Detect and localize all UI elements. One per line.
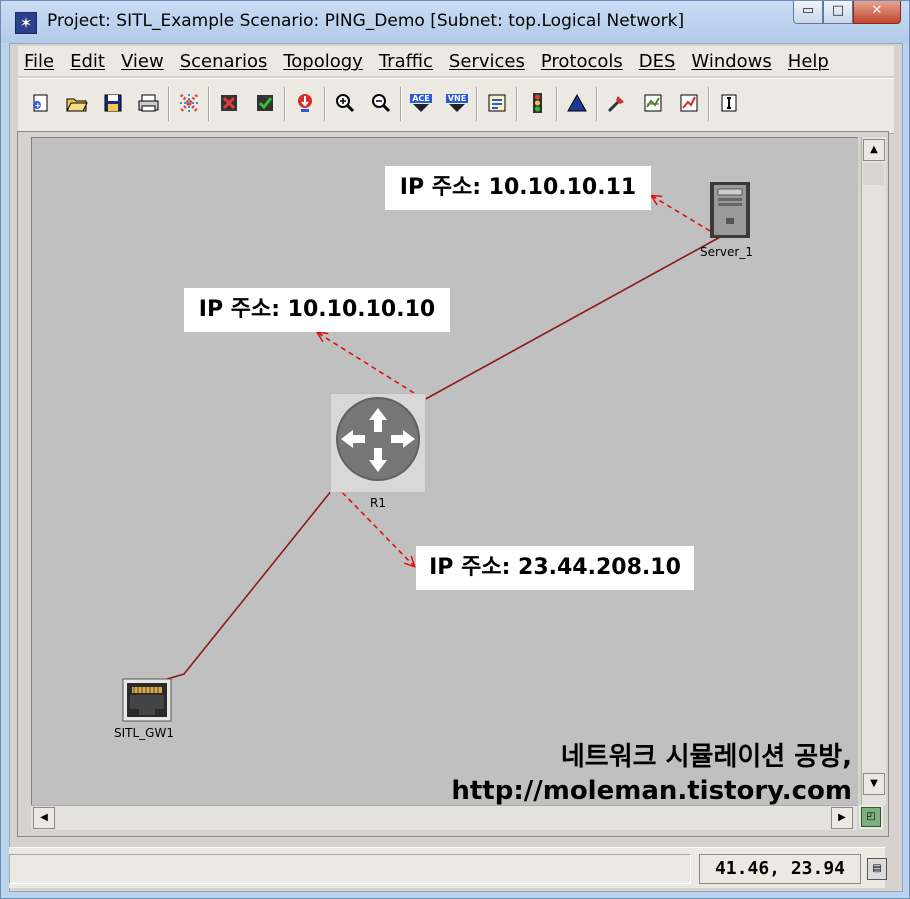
scroll-right-button[interactable]: ▶: [831, 807, 853, 829]
svg-text:+: +: [35, 101, 42, 110]
document-icon[interactable]: ▤: [867, 858, 887, 880]
minimize-button[interactable]: ▭: [793, 1, 823, 24]
menu-traffic[interactable]: Traffic: [379, 51, 433, 72]
ip-label-router-wan: IP 주소: 23.44.208.10: [416, 546, 694, 590]
router-label: R1: [370, 496, 386, 510]
vertical-scrollbar[interactable]: ▲ ▼: [861, 137, 886, 805]
menu-protocols[interactable]: Protocols: [541, 51, 623, 72]
window-controls: ▭ □ ✕: [793, 1, 901, 25]
link-router-server[interactable]: [421, 235, 723, 402]
configure-traffic-icon[interactable]: [484, 90, 510, 116]
zoom-out-icon[interactable]: [368, 90, 394, 116]
application-window: ✶ Project: SITL_Example Scenario: PING_D…: [0, 0, 910, 899]
gateway-label: SITL_GW1: [114, 726, 174, 740]
menu-topology[interactable]: Topology: [283, 51, 362, 72]
arrow-server-ip: [652, 196, 711, 232]
scroll-corner: ◰: [859, 805, 883, 829]
horizontal-scrollbar[interactable]: ◀ ▶: [31, 805, 857, 830]
new-icon[interactable]: +: [28, 90, 54, 116]
view-results-icon[interactable]: [564, 90, 590, 116]
menu-view[interactable]: View: [121, 51, 164, 72]
menu-scenarios[interactable]: Scenarios: [180, 51, 268, 72]
ace-label: ACE: [410, 93, 432, 103]
statistics-icon[interactable]: [676, 90, 702, 116]
menu-file[interactable]: File: [24, 51, 54, 72]
ip-label-router-lan: IP 주소: 10.10.10.10: [184, 288, 450, 332]
fail-node-icon[interactable]: [216, 90, 242, 116]
status-message-field: [9, 854, 691, 884]
hide-results-icon[interactable]: [604, 90, 630, 116]
import-icon[interactable]: [292, 90, 318, 116]
vne-label: VNE: [445, 93, 469, 103]
server-node[interactable]: [708, 180, 752, 240]
maximize-button[interactable]: □: [823, 1, 853, 24]
edit-graph-icon[interactable]: [640, 90, 666, 116]
save-icon[interactable]: [100, 90, 126, 116]
title-bar[interactable]: ✶ Project: SITL_Example Scenario: PING_D…: [1, 1, 909, 43]
network-canvas[interactable]: Server_1 R1 SITL_GW1 IP 주소: 10.10.10.11 …: [31, 137, 858, 806]
open-icon[interactable]: [64, 90, 90, 116]
menu-des[interactable]: DES: [639, 51, 676, 72]
link-router-gateway[interactable]: [163, 489, 333, 681]
star-icon[interactable]: ✶: [15, 12, 37, 34]
watermark-line2: http://moleman.tistory.com: [451, 776, 852, 806]
navigator-icon[interactable]: ◰: [861, 807, 881, 827]
arrow-router-ip-lan: [318, 333, 415, 394]
menu-help[interactable]: Help: [788, 51, 829, 72]
run-simulation-icon[interactable]: [524, 90, 550, 116]
server-icon: [710, 182, 750, 238]
report-icon[interactable]: [716, 90, 742, 116]
scroll-up-button[interactable]: ▲: [863, 139, 885, 161]
gateway-node[interactable]: [122, 678, 172, 722]
menu-windows[interactable]: Windows: [691, 51, 771, 72]
sitl-gateway-icon: [122, 678, 172, 722]
ip-label-server: IP 주소: 10.10.10.11: [385, 166, 651, 210]
window-title: Project: SITL_Example Scenario: PING_Dem…: [47, 11, 685, 31]
vne-icon[interactable]: VNE: [444, 90, 470, 116]
server-label: Server_1: [700, 245, 753, 259]
scroll-down-button[interactable]: ▼: [863, 773, 885, 795]
zoom-in-icon[interactable]: [332, 90, 358, 116]
ace-icon[interactable]: ACE: [408, 90, 434, 116]
watermark-line1: 네트워크 시뮬레이션 공방,: [560, 742, 852, 772]
print-icon[interactable]: [136, 90, 162, 116]
router-icon: [336, 397, 420, 481]
check-link-icon[interactable]: [252, 90, 278, 116]
menu-services[interactable]: Services: [449, 51, 525, 72]
menu-edit[interactable]: Edit: [70, 51, 105, 72]
menu-bar: File Edit View Scenarios Topology Traffi…: [18, 46, 894, 76]
toolbar: + ACE VNE: [18, 78, 894, 134]
vertical-scroll-thumb[interactable]: [863, 163, 884, 185]
status-bar: 41.46, 23.94 ▤: [9, 847, 887, 888]
object-palette-icon[interactable]: [176, 90, 202, 116]
cursor-coordinates: 41.46, 23.94: [699, 854, 861, 884]
close-button[interactable]: ✕: [853, 1, 901, 24]
scroll-left-button[interactable]: ◀: [33, 807, 55, 829]
router-node[interactable]: [330, 393, 426, 493]
